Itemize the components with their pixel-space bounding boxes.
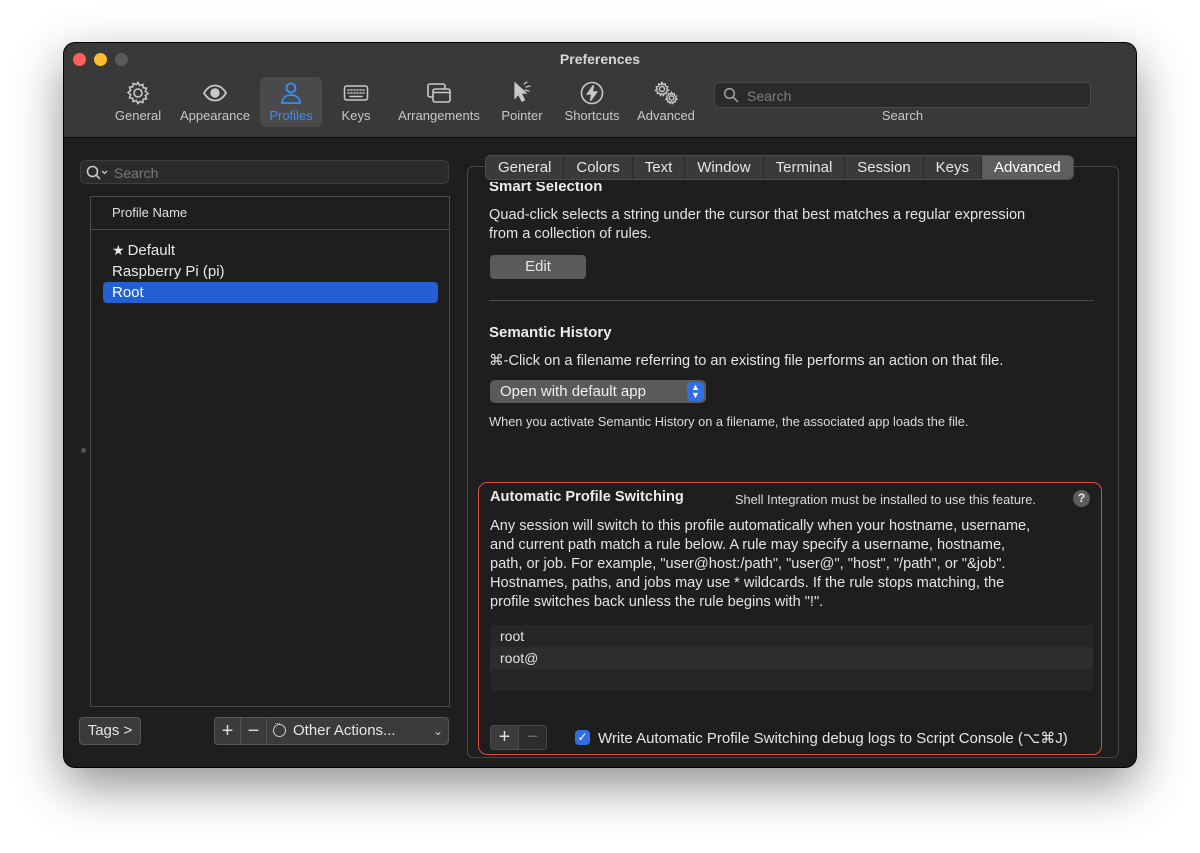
toolbar: Preferences General Appearance Profiles [64, 43, 1136, 138]
debug-logs-checkbox[interactable]: ✓ [575, 730, 590, 745]
toolbar-search-input[interactable] [745, 85, 1079, 107]
profile-name: Root [112, 284, 144, 301]
tab-advanced[interactable]: Advanced [982, 156, 1073, 179]
toolbar-appearance[interactable]: Appearance [176, 77, 254, 127]
toolbar-pointer-label: Pointer [501, 108, 543, 123]
gears-icon [654, 80, 679, 105]
automatic-profile-switching-title: Automatic Profile Switching [490, 489, 684, 505]
rule-row[interactable]: root@ [490, 647, 1093, 669]
profile-search-input[interactable] [112, 162, 436, 184]
rule-row[interactable]: root [490, 625, 1093, 647]
gear-icon [126, 81, 150, 105]
toolbar-arrangements-label: Arrangements [398, 108, 480, 123]
minus-icon: − [526, 726, 539, 748]
profile-search-field[interactable] [80, 160, 449, 184]
other-actions-menu[interactable]: Other Actions... ⌄ [266, 717, 449, 745]
toolbar-keys[interactable]: Keys [332, 77, 380, 127]
default-star-icon: ★ [112, 242, 125, 258]
toolbar-advanced-label: Advanced [637, 108, 695, 123]
tab-colors[interactable]: Colors [564, 156, 633, 179]
section-divider [489, 300, 1094, 301]
remove-profile-button[interactable]: − [240, 717, 267, 745]
toolbar-general-label: General [114, 108, 162, 123]
add-rule-button[interactable]: + [490, 725, 519, 750]
profile-name-column-header[interactable]: Profile Name [91, 197, 449, 230]
toolbar-search-label: Search [881, 108, 924, 123]
toolbar-arrangements[interactable]: Arrangements [392, 77, 486, 127]
pointer-icon [514, 81, 531, 102]
tab-keys[interactable]: Keys [924, 156, 983, 179]
toolbar-profiles[interactable]: Profiles [260, 77, 322, 127]
semantic-history-description: ⌘-Click on a filename referring to an ex… [489, 353, 1004, 369]
aps-description-line5: profile switches back unless the rule be… [490, 594, 824, 610]
remove-rule-button[interactable]: − [518, 725, 547, 750]
add-profile-button[interactable]: + [214, 717, 241, 745]
aps-description-line2: and current path match a rule below. A r… [490, 537, 1006, 553]
smart-selection-description-line2: from a collection of rules. [489, 226, 652, 242]
edit-smart-selection-button[interactable]: Edit [490, 255, 586, 279]
toolbar-shortcuts[interactable]: Shortcuts [558, 77, 626, 127]
tab-terminal[interactable]: Terminal [764, 156, 846, 179]
profile-name: Raspberry Pi (pi) [112, 263, 225, 280]
aps-description-line3: path, or job. For example, "user@host:/p… [490, 556, 1006, 572]
windows-icon [427, 83, 451, 103]
profile-row-default[interactable]: ★ Default [103, 240, 438, 261]
toolbar-keys-label: Keys [341, 108, 371, 123]
toolbar-appearance-label: Appearance [179, 108, 251, 123]
toolbar-profiles-label: Profiles [269, 108, 313, 123]
person-icon [281, 82, 301, 104]
split-view-divider[interactable] [81, 448, 86, 453]
toolbar-pointer[interactable]: Pointer [494, 77, 550, 127]
chevron-down-icon: ⌄ [432, 724, 443, 738]
toolbar-advanced[interactable]: Advanced [634, 77, 698, 127]
search-icon [86, 165, 108, 180]
minus-icon: − [247, 720, 260, 742]
tab-window[interactable]: Window [685, 156, 764, 179]
up-down-arrows-icon: ▲ ▼ [687, 382, 704, 401]
aps-description-line4: Hostnames, paths, and jobs may use * wil… [490, 575, 1005, 591]
tab-general[interactable]: General [486, 156, 565, 179]
semantic-history-note: When you activate Semantic History on a … [489, 414, 969, 429]
semantic-history-action-popup[interactable]: Open with default app ▲ ▼ [490, 380, 706, 403]
smart-selection-description-line1: Quad-click selects a string under the cu… [489, 207, 1026, 223]
profile-row-root[interactable]: Root [103, 282, 438, 303]
toolbar-general[interactable]: General [112, 77, 164, 127]
plus-icon: + [221, 720, 234, 742]
keyboard-icon [343, 85, 369, 101]
semantic-history-action-value: Open with default app [500, 383, 646, 400]
toolbar-search-field[interactable] [714, 82, 1091, 108]
window-title: Preferences [559, 51, 641, 67]
plus-icon: + [498, 726, 511, 748]
shell-integration-note: Shell Integration must be installed to u… [735, 492, 1036, 507]
profile-list: Profile Name ★ Default Raspberry Pi (pi) … [90, 196, 450, 707]
lightning-icon [580, 81, 604, 105]
eye-icon [202, 84, 228, 102]
profile-tabs: General Colors Text Window Terminal Sess… [485, 155, 1074, 180]
tags-button[interactable]: Tags > [79, 717, 141, 745]
other-actions-label: Other Actions... [293, 722, 396, 739]
toolbar-shortcuts-label: Shortcuts [564, 108, 620, 123]
aps-description-line1: Any session will switch to this profile … [490, 518, 1031, 534]
rules-table: root root@ [490, 625, 1093, 691]
ellipsis-circle-icon [273, 718, 286, 737]
tab-session[interactable]: Session [845, 156, 924, 179]
rule-row[interactable] [490, 669, 1093, 691]
semantic-history-title: Semantic History [489, 324, 612, 341]
preferences-window: Preferences General Appearance Profiles [64, 43, 1136, 767]
help-icon[interactable]: ? [1073, 490, 1090, 507]
tab-text[interactable]: Text [633, 156, 686, 179]
search-icon [723, 87, 739, 103]
debug-logs-label[interactable]: Write Automatic Profile Switching debug … [598, 729, 1068, 747]
profile-row-raspberry-pi[interactable]: Raspberry Pi (pi) [103, 261, 438, 282]
profile-name: Default [127, 242, 176, 259]
